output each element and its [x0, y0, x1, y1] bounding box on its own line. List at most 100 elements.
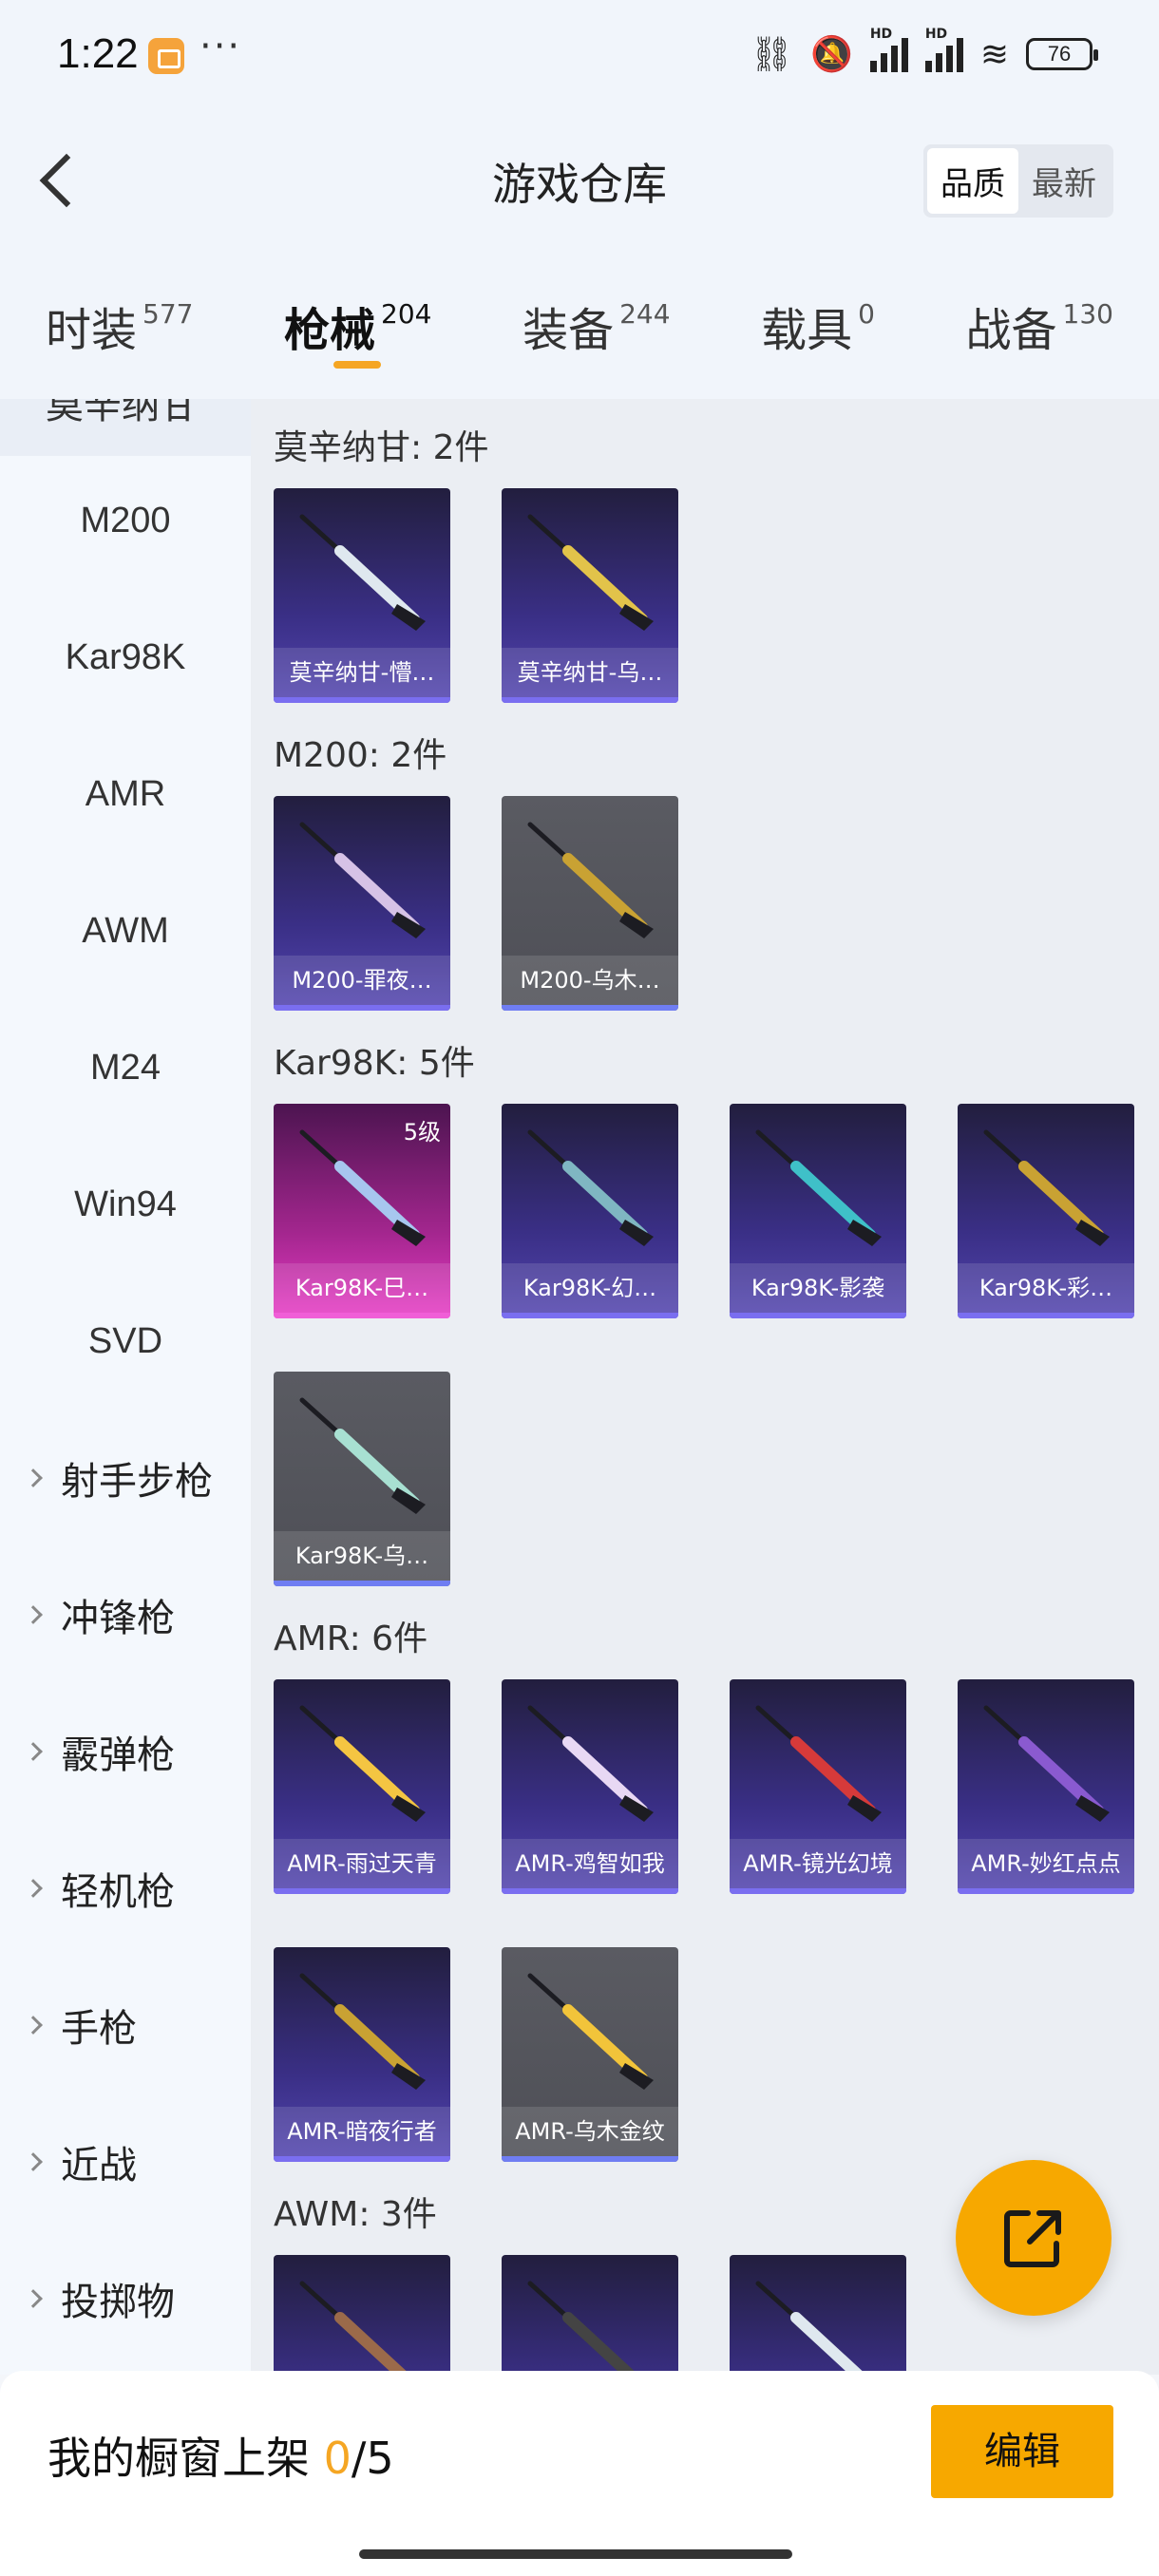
weapon-name: M200-罪夜…	[274, 956, 450, 1005]
sort-newest-option[interactable]: 最新	[1018, 148, 1110, 214]
weapon-image	[299, 822, 426, 938]
sidebar-category-lmg[interactable]: 轻机枪	[0, 1820, 251, 1957]
weapon-image	[299, 1973, 426, 2090]
weapon-card[interactable]	[274, 2255, 450, 2375]
weapon-image	[527, 1973, 654, 2090]
sidebar-item-svd[interactable]: SVD	[0, 1273, 251, 1410]
weapon-card[interactable]: M200-乌木…	[502, 796, 678, 1011]
sort-quality-option[interactable]: 品质	[927, 148, 1018, 214]
weapon-card[interactable]	[730, 2255, 906, 2375]
weapon-name: AMR-鸡智如我	[502, 1839, 678, 1888]
weapon-card[interactable]: AMR-妙红点点	[958, 1679, 1134, 1894]
tab-count: 577	[142, 298, 194, 330]
share-button[interactable]	[956, 2160, 1112, 2316]
chevron-right-icon	[24, 1879, 43, 1898]
weapon-image	[299, 1397, 426, 1514]
weapon-card[interactable]: AMR-暗夜行者	[274, 1947, 450, 2162]
sidebar-category-shotgun[interactable]: 霰弹枪	[0, 1683, 251, 1820]
weapon-card[interactable]: AMR-鸡智如我	[502, 1679, 678, 1894]
quality-bar	[274, 1313, 450, 1318]
sidebar-category-melee[interactable]: 近战	[0, 2093, 251, 2230]
weapon-card[interactable]: M200-罪夜…	[274, 796, 450, 1011]
tab-count: 0	[858, 298, 875, 330]
edit-button[interactable]: 编辑	[931, 2405, 1113, 2498]
weapon-name: Kar98K-彩…	[958, 1263, 1134, 1313]
weapon-card[interactable]	[502, 2255, 678, 2375]
weapon-card[interactable]: 莫辛纳甘-乌…	[502, 488, 678, 703]
weapon-card[interactable]: Kar98K-幻…	[502, 1104, 678, 1318]
sidebar-category-marksman[interactable]: 射手步枪	[0, 1410, 251, 1546]
tab-label: 战备	[965, 304, 1057, 357]
showcase-count: 0	[323, 2433, 352, 2484]
status-time: 1:22	[57, 30, 139, 77]
category-tabs: 时装 577 枪械 204 装备 244 载具 0 战备 130	[0, 247, 1159, 399]
app-header: 游戏仓库 品质 最新	[0, 114, 1159, 247]
active-tab-indicator	[333, 361, 382, 369]
weapon-image	[983, 1129, 1110, 1246]
home-indicator[interactable]	[359, 2549, 792, 2559]
sidebar-item-m200[interactable]: M200	[0, 452, 251, 589]
weapon-name: AMR-乌木金纹	[502, 2107, 678, 2156]
weapon-name: 莫辛纳甘-乌…	[502, 648, 678, 697]
quality-bar	[274, 1581, 450, 1586]
sidebar-item-m24[interactable]: M24	[0, 999, 251, 1136]
sidebar-item-awm[interactable]: AWM	[0, 862, 251, 999]
signal-icon: HD	[869, 27, 908, 72]
weapon-name: AMR-暗夜行者	[274, 2107, 450, 2156]
tab-count: 130	[1062, 298, 1113, 330]
weapon-name: Kar98K-影袭	[730, 1263, 906, 1313]
weapon-image	[755, 2281, 866, 2375]
tab-count: 244	[619, 298, 671, 330]
weapon-image	[299, 514, 426, 631]
weapon-card[interactable]: 莫辛纳甘-懵…	[274, 488, 450, 703]
weapon-card[interactable]: Kar98K-乌…	[274, 1372, 450, 1586]
sidebar-item-win94[interactable]: Win94	[0, 1136, 251, 1273]
quality-bar	[274, 697, 450, 703]
weapon-card[interactable]: Kar98K-彩…	[958, 1104, 1134, 1318]
sidebar-category-pistol[interactable]: 手枪	[0, 1957, 251, 2093]
weapon-image	[983, 1705, 1110, 1822]
weapon-image	[299, 1705, 426, 1822]
weapon-card[interactable]: 5级 Kar98K-巳…	[274, 1104, 450, 1318]
tab-label: 枪械	[284, 304, 376, 357]
tab-outfits[interactable]: 时装 577	[46, 247, 193, 399]
weapon-name: M200-乌木…	[502, 956, 678, 1005]
showcase-status: 我的橱窗上架 0/5	[48, 2433, 394, 2484]
quality-bar	[502, 1313, 678, 1318]
level-badge: 5级	[403, 1119, 441, 1146]
sidebar-category-throwable[interactable]: 投掷物	[0, 2230, 251, 2367]
group-title: Kar98K: 5件	[274, 1044, 475, 1083]
tab-supplies[interactable]: 战备 130	[966, 247, 1113, 399]
weapon-card[interactable]: AMR-镜光幻境	[730, 1679, 906, 1894]
weapon-card[interactable]: AMR-雨过天青	[274, 1679, 450, 1894]
quality-bar	[502, 2156, 678, 2162]
chevron-right-icon	[24, 1742, 43, 1761]
group-title: AWM: 3件	[274, 2195, 437, 2234]
quality-bar	[274, 2156, 450, 2162]
weapon-image	[527, 1705, 654, 1822]
weapon-name: AMR-镜光幻境	[730, 1839, 906, 1888]
weapon-card[interactable]: AMR-乌木金纹	[502, 1947, 678, 2162]
group-title: 莫辛纳甘: 2件	[274, 428, 489, 467]
sidebar-item-mosin[interactable]: 莫辛纳甘	[0, 399, 251, 456]
weapon-card[interactable]: Kar98K-影袭	[730, 1104, 906, 1318]
weapon-image	[527, 1129, 654, 1246]
link-icon: ⛓	[750, 35, 793, 74]
group-title: AMR: 6件	[274, 1619, 428, 1658]
sidebar-category-smg[interactable]: 冲锋枪	[0, 1546, 251, 1683]
weapon-name: 莫辛纳甘-懵…	[274, 648, 450, 697]
wifi-icon: ≋	[979, 34, 1009, 74]
weapon-image	[527, 2281, 638, 2375]
weapon-name: AMR-妙红点点	[958, 1839, 1134, 1888]
tab-label: 装备	[522, 304, 615, 357]
share-icon	[1004, 2210, 1061, 2267]
tab-guns[interactable]: 枪械 204	[284, 247, 432, 399]
tab-vehicles[interactable]: 载具 0	[761, 247, 875, 399]
weapon-name: Kar98K-幻…	[502, 1263, 678, 1313]
status-icons: ⛓ 🔕 HD HD ≋ 76	[750, 27, 1098, 74]
sidebar-item-amr[interactable]: AMR	[0, 726, 251, 862]
tab-equipment[interactable]: 装备 244	[522, 247, 670, 399]
sidebar-item-kar98k[interactable]: Kar98K	[0, 589, 251, 726]
weapon-image	[527, 822, 654, 938]
weapon-image	[299, 2281, 410, 2375]
